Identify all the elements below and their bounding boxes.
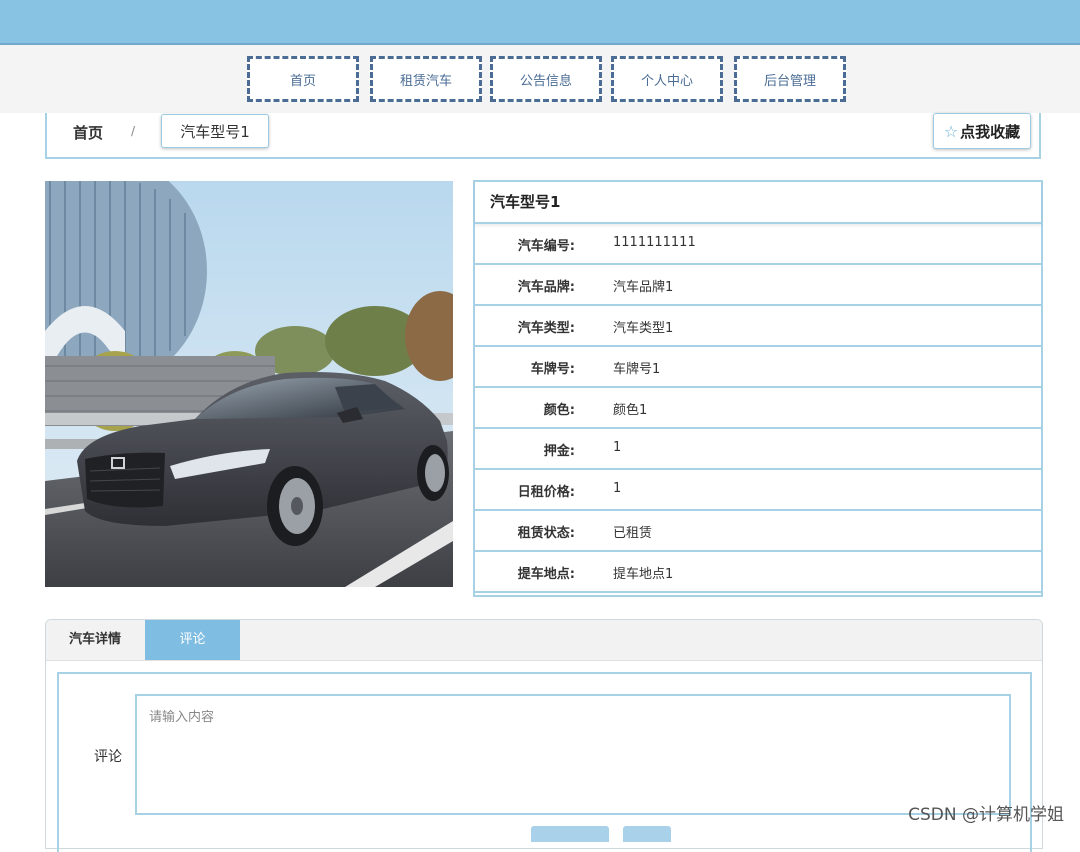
info-label: 汽车品牌:	[517, 280, 575, 295]
reset-button[interactable]	[623, 826, 671, 842]
info-row-color: 颜色: 颜色1	[475, 388, 1041, 429]
info-row-type: 汽车类型: 汽车类型1	[475, 306, 1041, 347]
star-outline-icon: ☆	[943, 121, 959, 141]
tabs-header: 汽车详情 评论	[46, 620, 1042, 661]
nav-item-announcements[interactable]: 公告信息	[490, 56, 602, 102]
info-row-rental-status: 租赁状态: 已租赁	[475, 511, 1041, 552]
breadcrumb-current: 汽车型号1	[161, 114, 269, 148]
favorite-button[interactable]: ☆ 点我收藏	[933, 113, 1031, 149]
comment-form: 评论	[57, 672, 1032, 852]
info-label: 日租价格:	[517, 485, 575, 500]
info-row-brand: 汽车品牌: 汽车品牌1	[475, 265, 1041, 306]
nav-item-admin[interactable]: 后台管理	[734, 56, 846, 102]
car-info-panel: 汽车型号1 汽车编号: 1111111111 汽车品牌: 汽车品牌1 汽车类型:…	[473, 180, 1043, 597]
info-label: 车牌号:	[530, 362, 575, 377]
info-row-car-number: 汽车编号: 1111111111	[475, 224, 1041, 265]
info-value: 颜色1	[613, 403, 648, 418]
car-photo	[45, 181, 453, 587]
info-label: 押金:	[543, 444, 575, 459]
info-value: 汽车品牌1	[613, 280, 674, 295]
info-value: 1	[613, 481, 622, 496]
comment-label: 评论	[94, 749, 122, 765]
info-value: 1111111111	[613, 235, 696, 250]
info-row-deposit: 押金: 1	[475, 429, 1041, 470]
comment-input[interactable]	[135, 694, 1011, 815]
tab-car-details[interactable]: 汽车详情	[46, 620, 144, 660]
watermark: CSDN @计算机学姐	[908, 805, 1064, 825]
nav-item-home[interactable]: 首页	[247, 56, 359, 102]
submit-button[interactable]	[531, 826, 609, 842]
info-label: 颜色:	[543, 403, 575, 418]
info-row-plate: 车牌号: 车牌号1	[475, 347, 1041, 388]
info-row-daily-price: 日租价格: 1	[475, 470, 1041, 511]
info-label: 汽车编号:	[517, 239, 575, 254]
info-value: 提车地点1	[613, 567, 674, 582]
detail-tabs: 汽车详情 评论 评论	[45, 619, 1043, 852]
info-value: 已租赁	[613, 526, 653, 541]
nav-item-rent-car[interactable]: 租赁汽车	[370, 56, 482, 102]
info-value: 1	[613, 440, 622, 455]
info-row-pickup-location: 提车地点: 提车地点1	[475, 552, 1041, 593]
breadcrumb: 首页 / 汽车型号1 ☆ 点我收藏	[45, 113, 1041, 159]
car-info-title: 汽车型号1	[475, 182, 1041, 224]
top-header-band	[0, 0, 1080, 45]
main-nav: 首页 租赁汽车 公告信息 个人中心 后台管理	[0, 45, 1080, 113]
favorite-button-label: 点我收藏	[960, 122, 1021, 141]
info-label: 租赁状态:	[517, 526, 575, 541]
breadcrumb-home-link[interactable]: 首页	[73, 122, 103, 143]
nav-item-personal-center[interactable]: 个人中心	[611, 56, 723, 102]
info-label: 提车地点:	[517, 567, 575, 582]
tab-comments[interactable]: 评论	[145, 620, 240, 660]
info-value: 车牌号1	[613, 362, 661, 377]
info-value: 汽车类型1	[613, 321, 674, 336]
info-label: 汽车类型:	[517, 321, 575, 336]
breadcrumb-separator: /	[131, 124, 136, 138]
